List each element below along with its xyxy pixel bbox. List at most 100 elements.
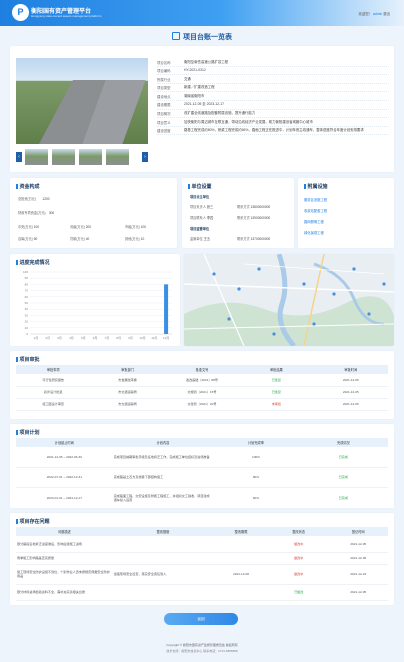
- table-row: 部分路段征地拆迁进度滞后，影响后续施工进场 整改中 2021-12-05: [16, 536, 388, 553]
- status-badge: 已批复: [239, 386, 314, 399]
- username-link[interactable]: admin: [373, 12, 382, 16]
- x-tick-label: 5月: [81, 336, 86, 340]
- info-label: 项目编码: [157, 69, 171, 74]
- table-header: 审批事项: [16, 365, 91, 374]
- related-link[interactable]: 路网照明工程: [304, 219, 324, 224]
- thumbnail[interactable]: [105, 148, 130, 166]
- footer-support: 技术支持：衡阳市信息中心 联系电话：0734-8888888: [166, 649, 238, 653]
- prev-arrow-icon[interactable]: ‹: [16, 152, 22, 162]
- x-tick-label: 1月: [34, 336, 39, 340]
- table-header: 问题描述: [16, 527, 113, 536]
- table-row: 初步设计批复 市交通运输局 交规划〔2021〕15号 已批复 2021-12-0…: [16, 386, 388, 399]
- y-tick-label: 80: [25, 282, 29, 286]
- y-tick-label: 70: [25, 289, 29, 293]
- info-label: 建设进度: [157, 129, 171, 134]
- approval-card: 项目审批 审批事项 审批部门 批准文号 审批结果 审批时间 可行性研究报告 市发…: [10, 351, 394, 419]
- info-row: 建设进度 路基工程完成约80%，桥梁工程完成约65%，路面工程正在推进中，计划年底…: [157, 127, 389, 136]
- x-tick-label: 12月: [163, 336, 169, 340]
- brand-subtitle: Hengyang state-owned assets management p…: [31, 14, 102, 18]
- related-title: 附属设施: [304, 183, 328, 190]
- table-header: 审批时间: [313, 365, 388, 374]
- top-header: P 衡阳国有资产管理平台 Hengyang state-owned assets…: [0, 0, 404, 26]
- project-info-list: 项目名称 衡阳至南岳高速公路扩容工程 项目编码 HY-2021-0312 所属行业 交通项…: [157, 58, 389, 136]
- info-label: 项目类型: [157, 86, 171, 91]
- status-badge: 已完成: [298, 487, 388, 510]
- related-link[interactable]: 绿化景观工程: [304, 230, 324, 235]
- progress-card: 进度完成情况 0 10 20 30 40 50 60 70 80 90 100 1月 2月 3月 4月 5月 6…: [10, 254, 180, 346]
- related-link[interactable]: 收费站配套工程: [304, 208, 327, 213]
- user-bar: 欢迎您！ admin 退出: [359, 11, 391, 16]
- x-tick-label: 9月: [128, 336, 133, 340]
- x-tick-label: 6月: [93, 336, 98, 340]
- progress-chart: 0 10 20 30 40 50 60 70 80 90 100 1月 2月 3月 4月 5月 6月 7月 8月 9月…: [23, 270, 172, 340]
- bar: [164, 284, 169, 334]
- table-header: 审批部门: [90, 365, 165, 374]
- info-value: 交通: [184, 76, 191, 81]
- issues-table: 问题描述 整改措施 整改期限 整改状态 登记时间 部分路段征地拆迁进度滞后，影响…: [16, 527, 388, 601]
- info-row: 建设地点 湖南省衡阳市: [157, 92, 389, 101]
- fund-item: 自筹(万元) 50: [18, 237, 38, 241]
- info-value: 路基工程完成约80%，桥梁工程完成约65%，路面工程正在推进中，计划年底主线通车…: [184, 128, 364, 133]
- table-header: 批准文号: [164, 365, 240, 374]
- owner-row: 项目联系人 李四: [190, 216, 214, 220]
- info-row: 所属行业 交通: [157, 75, 389, 84]
- info-value: 湖南省衡阳市: [184, 93, 205, 98]
- info-row: 项目概况 改扩建全线道路及配套附属设施，提升通行能力: [157, 110, 389, 119]
- y-tick-label: 90: [25, 276, 29, 280]
- status-badge: 整改中: [268, 536, 329, 553]
- map-canvas: [184, 254, 394, 346]
- logout-link[interactable]: 退出: [383, 12, 390, 16]
- supervisor-label: 项目监管单位: [190, 227, 210, 231]
- issues-card: 项目存在问题 问题描述 整改措施 整改期限 整改状态 登记时间 部分路段征地拆迁…: [10, 513, 394, 605]
- info-value: 2021-12-05 至 2023-12-17: [184, 102, 224, 107]
- status-badge: 已完成: [298, 447, 388, 468]
- x-tick-label: 4月: [69, 336, 74, 340]
- y-tick-label: 30: [25, 313, 29, 317]
- y-tick-label: 0: [26, 332, 28, 336]
- thumbnail[interactable]: [51, 148, 76, 166]
- table-header: 整改措施: [112, 527, 214, 536]
- table-row: 施工现场安全防护设施不到位，个别作业人员未按规定佩戴安全防护用品 加强现场安全巡…: [16, 564, 388, 585]
- logo-icon: P: [12, 4, 29, 21]
- info-row: 项目编码 HY-2021-0312: [157, 67, 389, 76]
- next-arrow-icon[interactable]: ›: [142, 152, 148, 162]
- x-tick-label: 7月: [105, 336, 110, 340]
- table-row: 部分材料进场检验资料不全，需补充完善相关台账 已整改 2021-12-05: [16, 584, 388, 601]
- location-map[interactable]: [184, 254, 394, 346]
- table-row: 2021-12-05 ~ 2022-06-30 完成项目前期审批手续及征地拆迁工…: [16, 447, 388, 468]
- fund-item: 总投资(万元) 1200: [18, 197, 50, 201]
- info-value: 新建／扩建改造工程: [184, 85, 215, 90]
- x-tick-label: 2月: [45, 336, 50, 340]
- fund-item: 省级(万元) 200: [70, 225, 92, 229]
- table-header: 计划内容: [112, 438, 214, 447]
- info-label: 所属行业: [157, 77, 171, 82]
- related-link[interactable]: 服务区设施工程: [304, 197, 327, 202]
- plan-title: 项目计划: [16, 429, 40, 436]
- info-value: 加快衡阳与周边城市互联互通，带动沿线经济产业发展，助力衡阳建设省域副中心城市: [184, 119, 313, 124]
- status-badge: 已完成: [298, 467, 388, 488]
- fund-item: 市级(万元) 100: [125, 225, 147, 229]
- table-row: 2022-07-01 ~ 2022-12-31 完成路基土石方及桥梁下部结构施工…: [16, 467, 388, 488]
- project-photo: [16, 58, 148, 144]
- status-badge: 整改中: [268, 564, 329, 585]
- approval-title: 项目审批: [16, 356, 40, 363]
- thumbnail[interactable]: [78, 148, 103, 166]
- y-tick-label: 40: [25, 307, 29, 311]
- info-row: 项目意义 加快衡阳与周边城市互联互通，带动沿线经济产业发展，助力衡阳建设省域副中心…: [157, 118, 389, 127]
- info-label: 项目意义: [157, 120, 171, 125]
- funds-card: 资金构成 总投资(万元) 1200 财政专项资金(万元) 300 中央(万元) …: [10, 178, 177, 248]
- table-row: 可行性研究报告 市发展改革委 发改基础〔2021〕88号 已批复 2021-12…: [16, 374, 388, 387]
- x-tick-label: 8月: [116, 336, 121, 340]
- info-value: 衡阳至南岳高速公路扩容工程: [184, 59, 229, 64]
- x-tick-label: 3月: [57, 336, 62, 340]
- status-badge: 未审批: [239, 398, 314, 411]
- thumbnail[interactable]: [24, 148, 49, 166]
- fund-item: 中央(万元) 100: [18, 225, 40, 229]
- info-row: 建设期限 2021-12-05 至 2023-12-17: [157, 101, 389, 110]
- info-label: 项目名称: [157, 60, 171, 65]
- y-tick-label: 60: [25, 295, 29, 299]
- table-row: 2023-01-01 ~ 2023-12-17 完成路面工程、交安设施及附属工程…: [16, 487, 388, 510]
- back-button[interactable]: 返回: [164, 613, 238, 625]
- info-row: 项目名称 衡阳至南岳高速公路扩容工程: [157, 58, 389, 67]
- owner-row: 项目负责人 张三: [190, 205, 214, 209]
